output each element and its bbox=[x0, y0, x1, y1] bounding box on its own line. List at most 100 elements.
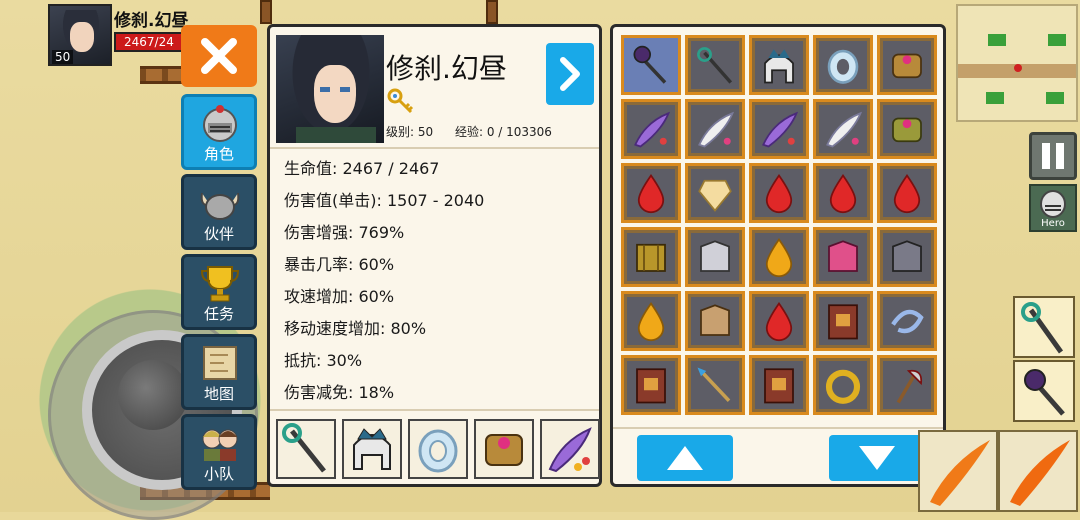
inventory-slot[interactable] bbox=[621, 355, 681, 415]
minimap-graphic bbox=[958, 34, 1076, 104]
inventory-slot[interactable] bbox=[813, 355, 873, 415]
skill-fire-slash-2[interactable] bbox=[998, 430, 1078, 512]
inventory-slot[interactable] bbox=[877, 291, 937, 351]
inventory-slot[interactable] bbox=[877, 163, 937, 223]
close-icon bbox=[201, 38, 237, 74]
scroll-down-button[interactable] bbox=[829, 435, 925, 481]
inventory-slot[interactable] bbox=[685, 35, 745, 95]
inventory-slot[interactable] bbox=[813, 227, 873, 287]
menu-item-quests[interactable]: 任务 bbox=[181, 254, 257, 330]
stat-resistance: 抵抗: 30% bbox=[284, 351, 363, 370]
bronze-armor-icon bbox=[700, 304, 730, 336]
close-button[interactable] bbox=[181, 25, 257, 87]
crown-helmet-icon bbox=[353, 428, 391, 470]
inventory-slot[interactable] bbox=[621, 35, 681, 95]
red-gem-icon bbox=[637, 173, 665, 214]
red-gem-icon bbox=[829, 173, 857, 214]
crown-helmet-icon bbox=[764, 49, 794, 84]
knight-helmet-icon bbox=[1040, 190, 1066, 218]
inventory-slot[interactable] bbox=[749, 99, 809, 159]
side-menu: 角色 伙伴 任务 地图 小队 bbox=[181, 94, 257, 494]
key-icon bbox=[387, 88, 414, 114]
inventory-slot[interactable] bbox=[813, 35, 873, 95]
inventory-slot[interactable] bbox=[749, 355, 809, 415]
inventory-slot[interactable] bbox=[685, 355, 745, 415]
inventory-slot[interactable] bbox=[685, 99, 745, 159]
inventory-slot[interactable] bbox=[685, 227, 745, 287]
green-bracelet-icon bbox=[892, 117, 922, 143]
inventory-slot[interactable] bbox=[813, 99, 873, 159]
crystal-ring-icon bbox=[827, 49, 859, 84]
red-gem-icon bbox=[765, 173, 793, 214]
gem-bracelet-icon bbox=[892, 53, 922, 79]
fire-slash-icon bbox=[1010, 440, 1070, 506]
character-panel: 修刹.幻昼 级别: 50 经验: 0 / 103306 生命值: 2467 / … bbox=[267, 24, 602, 487]
inventory-slot[interactable] bbox=[621, 99, 681, 159]
inventory-slot[interactable] bbox=[621, 291, 681, 351]
menu-item-character[interactable]: 角色 bbox=[181, 94, 257, 170]
inventory-slot[interactable] bbox=[813, 163, 873, 223]
stat-crit-chance: 暴击几率: 60% bbox=[284, 255, 395, 274]
inventory-slot[interactable] bbox=[621, 163, 681, 223]
menu-item-map[interactable]: 地图 bbox=[181, 334, 257, 410]
scroll-map-icon bbox=[203, 346, 237, 380]
quick-slot-orb-staff[interactable] bbox=[1013, 360, 1075, 422]
equip-slot-helmet[interactable] bbox=[342, 419, 402, 479]
red-gem-icon bbox=[893, 173, 921, 214]
equip-slot-ring[interactable] bbox=[408, 419, 468, 479]
serpent-staff-icon bbox=[1021, 302, 1064, 354]
inventory-slot[interactable] bbox=[749, 163, 809, 223]
menu-item-partner[interactable]: 伙伴 bbox=[181, 174, 257, 250]
level-exp-line: 级别: 50 经验: 0 / 103306 bbox=[386, 123, 570, 140]
inventory-slot[interactable] bbox=[685, 291, 745, 351]
chevron-right-icon bbox=[560, 57, 580, 91]
inventory-slot[interactable] bbox=[877, 227, 937, 287]
pause-icon bbox=[1042, 143, 1050, 169]
viking-helmet-icon bbox=[200, 192, 240, 220]
menu-item-party[interactable]: 小队 bbox=[181, 414, 257, 490]
inventory-slot[interactable] bbox=[877, 35, 937, 95]
menu-item-label: 地图 bbox=[203, 385, 234, 403]
white-feather-cloak-icon bbox=[698, 111, 735, 148]
gem-bracelet-icon bbox=[485, 434, 523, 466]
crystal-ring-icon bbox=[418, 429, 458, 473]
inventory-slot[interactable] bbox=[621, 227, 681, 287]
gold-armor-icon bbox=[636, 243, 666, 272]
stat-damage: 伤害值(单击): 1507 - 2040 bbox=[284, 191, 485, 210]
axe-icon bbox=[896, 369, 923, 404]
inventory-slot[interactable] bbox=[877, 99, 937, 159]
minimap[interactable] bbox=[956, 4, 1078, 122]
spell-book-icon bbox=[764, 368, 794, 404]
inventory-panel bbox=[610, 24, 946, 487]
hero-button[interactable]: Hero bbox=[1029, 184, 1077, 232]
staff-icon bbox=[282, 423, 326, 473]
serpent-staff-icon bbox=[697, 47, 733, 84]
inventory-slot[interactable] bbox=[685, 163, 745, 223]
menu-item-label: 小队 bbox=[203, 465, 234, 483]
menu-item-label: 角色 bbox=[203, 145, 234, 163]
divider bbox=[270, 147, 599, 149]
inventory-slot[interactable] bbox=[749, 291, 809, 351]
dark-orb-staff-icon bbox=[633, 45, 667, 84]
character-name: 修刹.幻昼 bbox=[386, 52, 507, 85]
inventory-slot[interactable] bbox=[813, 291, 873, 351]
next-character-button[interactable] bbox=[546, 43, 594, 105]
equip-slot-cloak[interactable] bbox=[540, 419, 600, 479]
skill-fire-slash-1[interactable] bbox=[918, 430, 998, 512]
scroll-up-button[interactable] bbox=[637, 435, 733, 481]
inventory-slot[interactable] bbox=[749, 35, 809, 95]
blue-spear-icon bbox=[697, 367, 731, 402]
violet-feather-cloak-icon bbox=[762, 111, 799, 148]
quick-slot-staff[interactable] bbox=[1013, 296, 1075, 358]
equipment-slots bbox=[276, 419, 600, 479]
pause-button[interactable] bbox=[1029, 132, 1077, 180]
hero-name: 修刹.幻昼 bbox=[114, 11, 189, 31]
inventory-slot[interactable] bbox=[749, 227, 809, 287]
joystick-knob[interactable] bbox=[118, 360, 188, 430]
character-exp: 经验: 0 / 103306 bbox=[454, 125, 552, 139]
inventory-slot[interactable] bbox=[877, 355, 937, 415]
equip-slot-bracelet[interactable] bbox=[474, 419, 534, 479]
equip-slot-weapon[interactable] bbox=[276, 419, 336, 479]
stat-move-speed: 移动速度增加: 80% bbox=[284, 319, 427, 338]
spell-book-icon bbox=[636, 368, 666, 404]
